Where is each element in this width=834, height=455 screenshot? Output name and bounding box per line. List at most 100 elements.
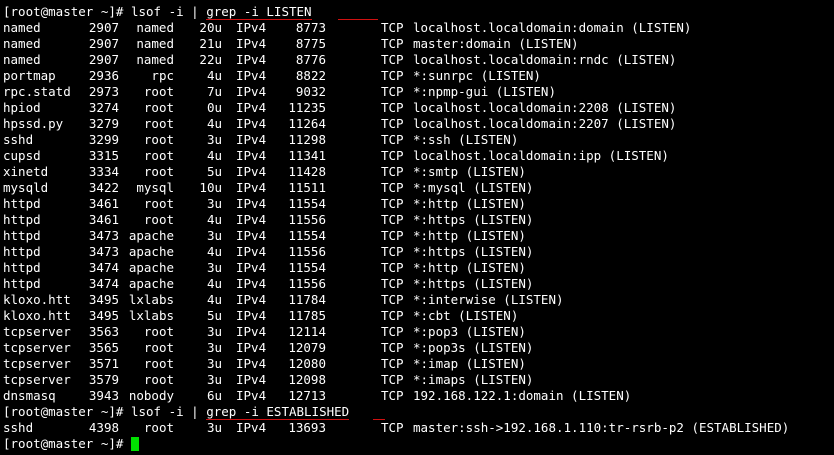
address-type: IPv4	[236, 52, 267, 67]
shell-prompt: [root@master ~]#	[3, 436, 131, 451]
process-user: named	[136, 52, 174, 67]
connection-name: *:smtp (LISTEN)	[413, 164, 526, 179]
process-pid: 3422	[88, 180, 119, 195]
protocol-node: TCP	[381, 260, 404, 275]
output-row: hpiod 3274 root 0u IPv4 11235 TCP localhost.loc…	[3, 100, 834, 116]
process-command: httpd	[3, 276, 41, 291]
process-pid: 3571	[88, 356, 119, 371]
address-type: IPv4	[236, 100, 267, 115]
protocol-node: TCP	[381, 212, 404, 227]
process-command: tcpserver	[3, 356, 71, 371]
protocol-node: TCP	[381, 84, 404, 99]
process-command: httpd	[3, 244, 41, 259]
address-type: IPv4	[236, 148, 267, 163]
connection-name: localhost.localdomain:2207 (LISTEN)	[413, 116, 677, 131]
process-pid: 3495	[88, 292, 119, 307]
process-command: named	[3, 52, 41, 67]
process-command: hpssd.py	[3, 116, 64, 131]
process-pid: 2973	[88, 84, 119, 99]
address-type: IPv4	[236, 180, 267, 195]
protocol-node: TCP	[381, 132, 404, 147]
device-id: 13693	[288, 420, 326, 435]
device-id: 12713	[288, 388, 326, 403]
process-pid: 3461	[88, 212, 119, 227]
connection-name: *:pop3 (LISTEN)	[413, 324, 526, 339]
process-user: root	[143, 164, 174, 179]
device-id: 11556	[288, 244, 326, 259]
output-row: rpc.statd 2973 root 7u IPv4 9032 TCP *:npmp-gui…	[3, 84, 834, 100]
connection-name: *:http (LISTEN)	[413, 260, 526, 275]
device-id: 12098	[288, 372, 326, 387]
connection-name: *:npmp-gui (LISTEN)	[413, 84, 556, 99]
address-type: IPv4	[236, 276, 267, 291]
file-descriptor: 4u	[206, 292, 222, 307]
protocol-node: TCP	[381, 388, 404, 403]
process-command: portmap	[3, 68, 56, 83]
process-pid: 3473	[88, 244, 119, 259]
address-type: IPv4	[236, 324, 267, 339]
file-descriptor: 10u	[199, 180, 222, 195]
output-row: tcpserver 3579 root 3u IPv4 12098 TCP *:imaps (…	[3, 372, 834, 388]
file-descriptor: 3u	[206, 196, 222, 211]
prompt-line-listen: [root@master ~]# lsof -i | grep -i LISTE…	[3, 4, 834, 20]
process-user: named	[136, 36, 174, 51]
prompt-line-established: [root@master ~]# lsof -i | grep -i ESTAB…	[3, 404, 834, 420]
prompt-line-current[interactable]: [root@master ~]#	[3, 436, 834, 452]
protocol-node: TCP	[381, 180, 404, 195]
process-pid: 2907	[88, 20, 119, 35]
process-pid: 3474	[88, 276, 119, 291]
process-pid: 3299	[88, 132, 119, 147]
file-descriptor: 21u	[199, 36, 222, 51]
connection-name: *:https (LISTEN)	[413, 244, 534, 259]
output-row: portmap 2936 rpc 4u IPv4 8822 TCP *:sunrpc (LIS…	[3, 68, 834, 84]
file-descriptor: 5u	[206, 164, 222, 179]
process-command: named	[3, 20, 41, 35]
protocol-node: TCP	[381, 276, 404, 291]
process-command: mysqld	[3, 180, 49, 195]
output-row: httpd 3473 apache 3u IPv4 11554 TCP *:http (LIS…	[3, 228, 834, 244]
process-user: root	[143, 132, 174, 147]
protocol-node: TCP	[381, 356, 404, 371]
address-type: IPv4	[236, 356, 267, 371]
device-id: 8773	[295, 20, 326, 35]
device-id: 11298	[288, 132, 326, 147]
protocol-node: TCP	[381, 228, 404, 243]
device-id: 12114	[288, 324, 326, 339]
process-user: apache	[128, 228, 174, 243]
file-descriptor: 22u	[199, 52, 222, 67]
address-type: IPv4	[236, 36, 267, 51]
output-row: mysqld 3422 mysql 10u IPv4 11511 TCP *:mysql (L…	[3, 180, 834, 196]
process-pid: 3274	[88, 100, 119, 115]
process-command: httpd	[3, 228, 41, 243]
output-row: tcpserver 3565 root 3u IPv4 12079 TCP *:pop3s (…	[3, 340, 834, 356]
process-command: tcpserver	[3, 372, 71, 387]
process-pid: 3334	[88, 164, 119, 179]
output-row: kloxo.htt 3495 lxlabs 5u IPv4 11785 TCP *:cbt (…	[3, 308, 834, 324]
protocol-node: TCP	[381, 164, 404, 179]
device-id: 11511	[288, 180, 326, 195]
device-id: 12079	[288, 340, 326, 355]
process-pid: 2907	[88, 36, 119, 51]
output-row: tcpserver 3563 root 3u IPv4 12114 TCP *:pop3 (L…	[3, 324, 834, 340]
connection-name: master:domain (LISTEN)	[413, 36, 579, 51]
process-pid: 3474	[88, 260, 119, 275]
command-grep-listen: grep -i LISTEN	[206, 4, 312, 20]
protocol-node: TCP	[381, 116, 404, 131]
file-descriptor: 4u	[206, 68, 222, 83]
protocol-node: TCP	[381, 52, 404, 67]
process-command: hpiod	[3, 100, 41, 115]
address-type: IPv4	[236, 292, 267, 307]
file-descriptor: 3u	[206, 356, 222, 371]
file-descriptor: 0u	[206, 100, 222, 115]
process-user: root	[143, 212, 174, 227]
connection-name: *:https (LISTEN)	[413, 212, 534, 227]
protocol-node: TCP	[381, 196, 404, 211]
terminal-window[interactable]: [root@master ~]# lsof -i | grep -i LISTE…	[0, 0, 834, 455]
device-id: 8775	[295, 36, 326, 51]
process-command: tcpserver	[3, 340, 71, 355]
output-row: httpd 3474 apache 3u IPv4 11554 TCP *:http (LIS…	[3, 260, 834, 276]
protocol-node: TCP	[381, 68, 404, 83]
connection-name: *:mysql (LISTEN)	[413, 180, 534, 195]
process-pid: 2907	[88, 52, 119, 67]
address-type: IPv4	[236, 196, 267, 211]
